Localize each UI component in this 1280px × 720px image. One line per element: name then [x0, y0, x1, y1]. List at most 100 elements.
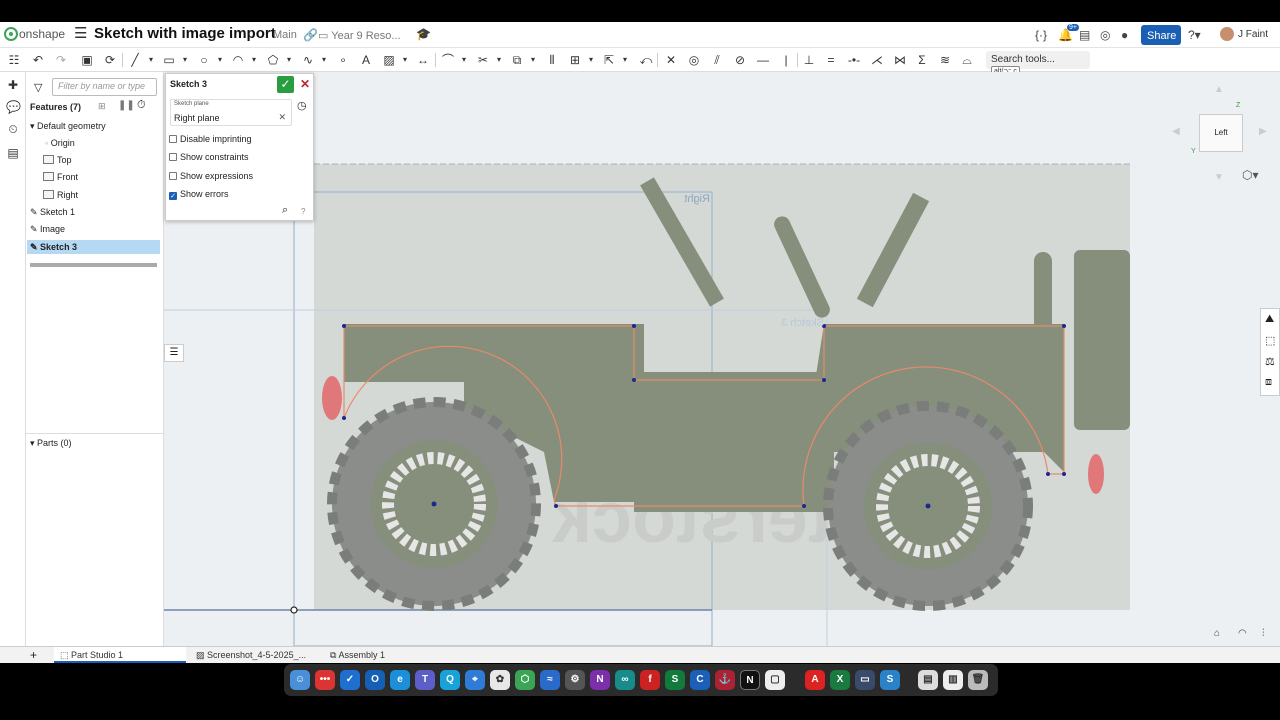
tree-origin[interactable]: ◦ Origin [45, 138, 75, 148]
parallel-constraint-icon[interactable]: ⫽ [708, 51, 726, 69]
onshape-dock-icon[interactable]: ⬡ [515, 670, 535, 690]
point-tool-icon[interactable]: ∘ [334, 51, 352, 69]
sketch-list-icon[interactable]: ☰ [164, 344, 184, 362]
midpoint-constraint-icon[interactable]: -•- [845, 51, 863, 69]
help-icon[interactable]: ?▾ [1188, 28, 1201, 42]
user-avatar[interactable] [1220, 27, 1234, 41]
edge-icon[interactable]: e [390, 670, 410, 690]
arc-dropdown-icon[interactable]: ▾ [245, 51, 263, 69]
pattern-dropdown-icon[interactable]: ▾ [582, 51, 600, 69]
tree-image[interactable]: ✎ Image [30, 224, 65, 235]
learning-center-icon[interactable]: ◎ [1100, 28, 1110, 42]
perpendicular-constraint-icon[interactable]: ⊥ [800, 51, 818, 69]
show-expressions-option[interactable]: Show expressions [169, 171, 253, 181]
redo-icon[interactable]: ↷ [52, 51, 70, 69]
checkbox[interactable] [169, 153, 177, 161]
mirror-tool-icon[interactable]: ⫴ [543, 51, 561, 69]
checkbox-checked[interactable]: ✓ [169, 192, 177, 200]
safari-icon[interactable]: ⌖ [465, 670, 485, 690]
spline-dropdown-icon[interactable]: ▾ [315, 51, 333, 69]
add-folder-icon[interactable]: ⊞ [98, 101, 106, 112]
normal-constraint-icon[interactable]: ⋌ [868, 51, 886, 69]
arduino-icon[interactable]: ∞ [615, 670, 635, 690]
trim-dropdown-icon[interactable]: ▾ [490, 51, 508, 69]
vertical-constraint-icon[interactable]: | [777, 51, 795, 69]
help-icon[interactable]: ? [301, 207, 305, 216]
clear-plane-icon[interactable]: ✕ [278, 112, 286, 123]
show-errors-option[interactable]: ✓ Show errors [169, 189, 229, 200]
teams-icon[interactable]: T [415, 670, 435, 690]
rectangle-dropdown-icon[interactable]: ▾ [176, 51, 194, 69]
sketch-plane-field[interactable]: Sketch plane Right plane ✕ [170, 99, 292, 126]
tree-parts[interactable]: ▾ Parts (0) [30, 438, 72, 449]
dimension-tool-icon[interactable]: ↔ [414, 51, 432, 69]
education-icon[interactable]: 🎓 [416, 27, 431, 41]
polygon-dropdown-icon[interactable]: ▾ [280, 51, 298, 69]
mass-properties-icon[interactable]: ⬚ [1265, 334, 1275, 347]
tab-part-studio-1[interactable]: ⬚ Part Studio 1 [54, 647, 186, 663]
share-button[interactable]: Share [1141, 25, 1181, 45]
rotate-down-icon[interactable]: ▼ [1214, 172, 1224, 183]
acrobat-icon[interactable]: A [805, 670, 825, 690]
document-info-icon[interactable]: ▤ [1079, 28, 1090, 42]
rotate-up-icon[interactable]: ▲ [1214, 84, 1224, 95]
appearance-icon[interactable]: ⛰ [1265, 313, 1274, 326]
timer-icon[interactable]: ⏱ [137, 99, 146, 112]
filter-icon[interactable]: ▽ [34, 81, 42, 94]
accept-check-icon[interactable]: ✓ [277, 76, 294, 93]
symmetric-constraint-icon[interactable]: Σ [913, 51, 931, 69]
feature-filter-input[interactable]: Filter by name or type [52, 78, 157, 96]
add-tab-icon[interactable]: + [30, 648, 37, 662]
properties-icon[interactable]: ▤ [6, 146, 20, 160]
tree-plane-front[interactable]: Front [43, 172, 78, 182]
quality-icon[interactable]: ⫶ [1262, 628, 1265, 639]
construction-tool-icon[interactable]: ⤺ [637, 51, 655, 69]
network-icon[interactable]: ≈ [540, 670, 560, 690]
graphics-viewport[interactable]: shutterstock Right Sketch 3 ☰ Left Z Y ▲… [164, 72, 1280, 646]
transform-dropdown-icon[interactable]: ▾ [616, 51, 634, 69]
c-app-icon[interactable]: C [690, 670, 710, 690]
undo-icon[interactable]: ↶ [29, 51, 47, 69]
text-tool-icon[interactable]: A [357, 51, 375, 69]
show-constraints-option[interactable]: Show constraints [169, 152, 249, 162]
concentric-constraint-icon[interactable]: ◎ [685, 51, 703, 69]
view-normal-icon[interactable]: ◷ [297, 99, 307, 112]
rotate-left-icon[interactable]: ◀ [1172, 126, 1180, 137]
finder-icon[interactable]: ☺ [290, 670, 310, 690]
checkbox[interactable] [169, 135, 177, 143]
s-app-icon[interactable]: S [665, 670, 685, 690]
document-stack-icon[interactable]: ▤ [918, 670, 938, 690]
tree-sketch-1[interactable]: ✎ Sketch 1 [30, 207, 75, 218]
variables-icon[interactable]: {·} [1035, 28, 1047, 42]
cancel-x-icon[interactable]: ✕ [298, 76, 312, 93]
section-view-icon[interactable]: ⧈ [1265, 376, 1272, 389]
s-blue-app-icon[interactable]: S [880, 670, 900, 690]
outlook-icon[interactable]: O [365, 670, 385, 690]
onenote-icon[interactable]: N [590, 670, 610, 690]
pdf-stack-icon[interactable]: ▥ [943, 670, 963, 690]
circle-dropdown-icon[interactable]: ▾ [211, 51, 229, 69]
checkbox[interactable] [169, 172, 177, 180]
preview-icon[interactable]: ▢ [765, 670, 785, 690]
trash-icon[interactable]: 🗑 [968, 670, 988, 690]
tangent-constraint-icon[interactable]: ⊘ [731, 51, 749, 69]
onshape-logo-icon[interactable] [4, 27, 18, 41]
branch-label[interactable]: Main [273, 29, 297, 41]
line-dropdown-icon[interactable]: ▾ [142, 51, 160, 69]
user-name[interactable]: J Faint [1238, 29, 1268, 40]
search-app-icon[interactable]: Q [440, 670, 460, 690]
curvature-constraint-icon[interactable]: ⌓ [958, 51, 976, 69]
link-icon[interactable]: 🔗 [303, 28, 318, 42]
excel-icon[interactable]: X [830, 670, 850, 690]
equal-constraint-icon[interactable]: = [822, 51, 840, 69]
coincident-constraint-icon[interactable]: ✕ [662, 51, 680, 69]
app-store-icon[interactable]: ● [1121, 28, 1128, 42]
tasks-icon[interactable]: ✓ [340, 670, 360, 690]
hamburger-menu-icon[interactable]: ☰ [74, 26, 87, 42]
sketch-stats-icon[interactable]: ▣ [78, 51, 96, 69]
origin-point[interactable] [290, 606, 298, 614]
view-options-cube-icon[interactable]: ⬡▾ [1242, 168, 1259, 182]
disable-imprinting-option[interactable]: Disable imprinting [169, 134, 252, 144]
notion-icon[interactable]: N [740, 670, 760, 690]
history-icon[interactable]: ⏲ [6, 122, 20, 136]
